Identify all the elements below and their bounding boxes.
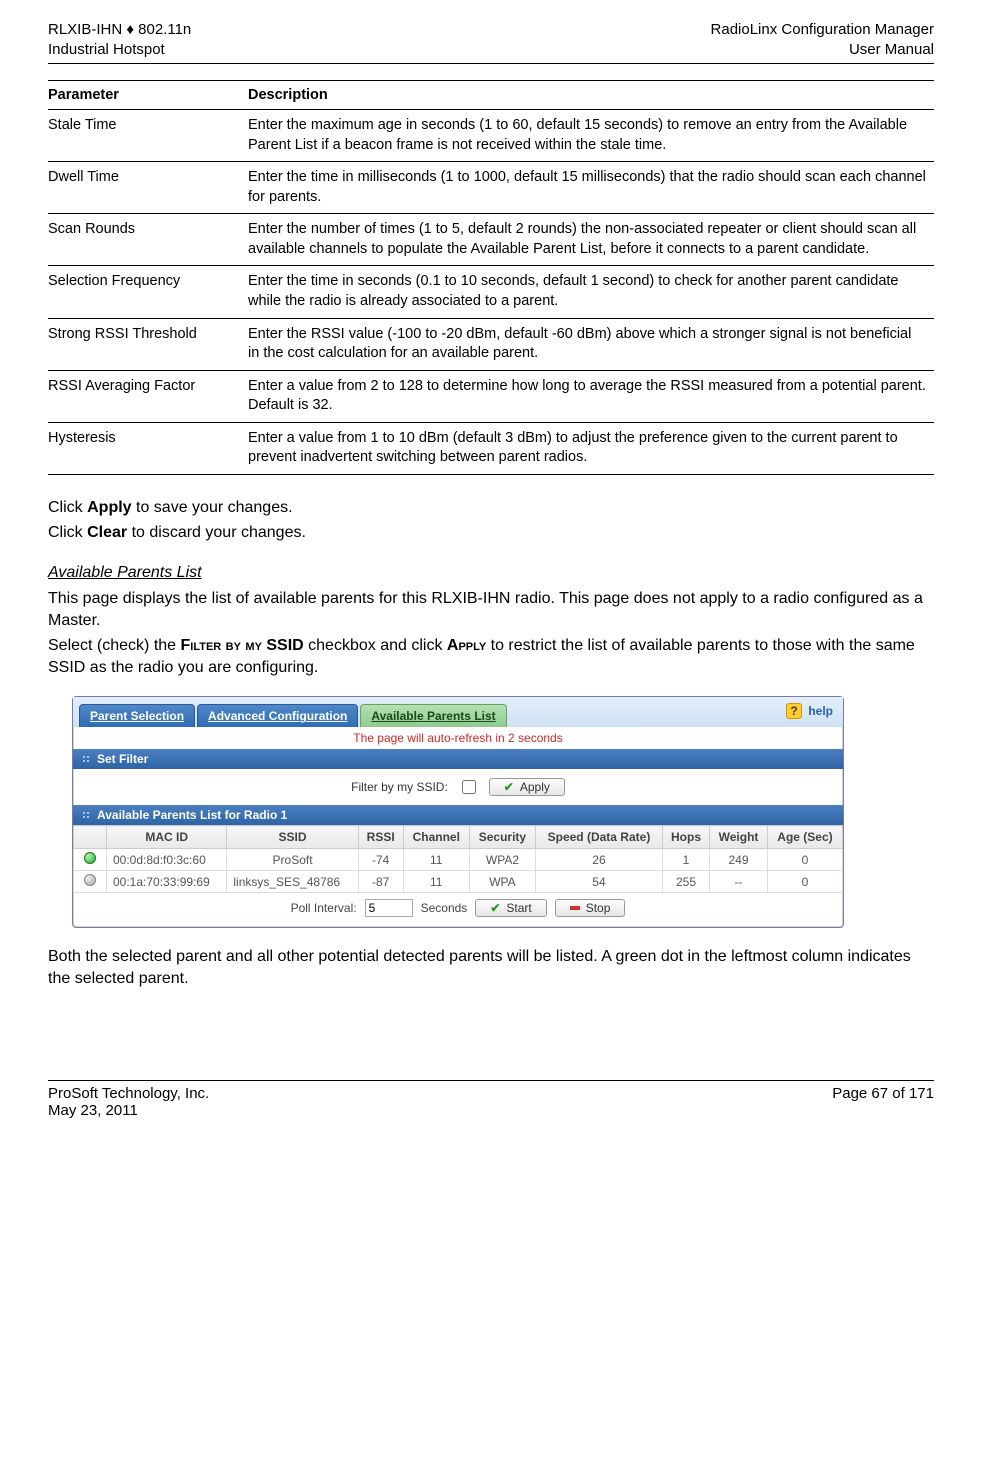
param-name: Strong RSSI Threshold (48, 318, 248, 370)
page-header: RLXIB-IHN ♦ 802.11n Industrial Hotspot R… (48, 20, 934, 64)
cell-rssi: -74 (358, 849, 403, 871)
tab-advanced-configuration[interactable]: Advanced Configuration (197, 704, 358, 727)
filter-by-ssid-checkbox[interactable] (462, 780, 476, 794)
footer-page-number: Page 67 of 171 (832, 1085, 934, 1119)
col-weight: Weight (710, 826, 768, 849)
set-filter-bar: Set Filter (73, 749, 843, 769)
col-rssi: RSSI (358, 826, 403, 849)
cell-ssid: linksys_SES_48786 (227, 871, 358, 893)
check-icon: ✔ (490, 901, 500, 915)
parameter-table: Parameter Description Stale Time Enter t… (48, 80, 934, 475)
closing-paragraph: Both the selected parent and all other p… (48, 946, 934, 989)
tab-parent-selection[interactable]: Parent Selection (79, 704, 195, 727)
parents-data-table: MAC ID SSID RSSI Channel Security Speed … (73, 825, 843, 893)
param-desc: Enter the time in seconds (0.1 to 10 sec… (248, 266, 934, 318)
check-icon: ✔ (504, 780, 514, 794)
stop-button[interactable]: Stop (555, 899, 626, 917)
cell-mac: 00:1a:70:33:99:69 (107, 871, 227, 893)
start-button[interactable]: ✔ Start (475, 899, 546, 917)
auto-refresh-message: The page will auto-refresh in 2 seconds (73, 727, 843, 749)
click-clear-text: Click Clear to discard your changes. (48, 522, 934, 544)
param-desc: Enter a value from 2 to 128 to determine… (248, 370, 934, 422)
cell-age: 0 (767, 849, 842, 871)
filter-ssid-instruction: Select (check) the Filter by my SSID che… (48, 635, 934, 678)
seconds-label: Seconds (421, 901, 468, 915)
param-desc: Enter a value from 1 to 10 dBm (default … (248, 422, 934, 474)
param-name: RSSI Averaging Factor (48, 370, 248, 422)
cell-weight: -- (710, 871, 768, 893)
param-desc: Enter the time in milliseconds (1 to 100… (248, 162, 934, 214)
section-heading-available-parents: Available Parents List (48, 564, 934, 582)
header-left-line1: RLXIB-IHN ♦ 802.11n (48, 20, 191, 40)
table-row[interactable]: 00:1a:70:33:99:69 linksys_SES_48786 -87 … (74, 871, 843, 893)
table-row: Stale Time Enter the maximum age in seco… (48, 110, 934, 162)
header-right-line1: RadioLinx Configuration Manager (711, 20, 934, 40)
poll-interval-input[interactable] (365, 899, 413, 917)
param-table-head-parameter: Parameter (48, 81, 248, 110)
help-link[interactable]: help (786, 703, 833, 719)
available-parents-intro: This page displays the list of available… (48, 588, 934, 631)
table-row: Hysteresis Enter a value from 1 to 10 dB… (48, 422, 934, 474)
tab-available-parents-list[interactable]: Available Parents List (360, 704, 506, 727)
click-apply-text: Click Apply to save your changes. (48, 497, 934, 519)
header-right-line2: User Manual (711, 40, 934, 60)
table-row: Strong RSSI Threshold Enter the RSSI val… (48, 318, 934, 370)
unselected-dot-icon (84, 874, 96, 886)
param-desc: Enter the maximum age in seconds (1 to 6… (248, 110, 934, 162)
page-footer: ProSoft Technology, Inc. May 23, 2011 Pa… (48, 1080, 934, 1119)
col-hops: Hops (662, 826, 709, 849)
cell-security: WPA2 (469, 849, 535, 871)
cell-mac: 00:0d:8d:f0:3c:60 (107, 849, 227, 871)
cell-weight: 249 (710, 849, 768, 871)
table-row: RSSI Averaging Factor Enter a value from… (48, 370, 934, 422)
cell-age: 0 (767, 871, 842, 893)
param-name: Stale Time (48, 110, 248, 162)
grip-icon (81, 754, 91, 764)
col-security: Security (469, 826, 535, 849)
poll-interval-label: Poll Interval: (291, 901, 357, 915)
selected-dot-icon (84, 852, 96, 864)
cell-hops: 1 (662, 849, 709, 871)
param-name: Scan Rounds (48, 214, 248, 266)
col-channel: Channel (403, 826, 469, 849)
cell-rssi: -87 (358, 871, 403, 893)
available-parents-list-bar: Available Parents List for Radio 1 (73, 805, 843, 825)
col-mac-id: MAC ID (107, 826, 227, 849)
table-row[interactable]: 00:0d:8d:f0:3c:60 ProSoft -74 11 WPA2 26… (74, 849, 843, 871)
col-age: Age (Sec) (767, 826, 842, 849)
available-parents-screenshot: Parent Selection Advanced Configuration … (72, 696, 844, 928)
cell-hops: 255 (662, 871, 709, 893)
footer-date: May 23, 2011 (48, 1102, 209, 1119)
footer-company: ProSoft Technology, Inc. (48, 1085, 209, 1102)
cell-channel: 11 (403, 871, 469, 893)
param-table-head-description: Description (248, 81, 934, 110)
cell-ssid: ProSoft (227, 849, 358, 871)
apply-button[interactable]: ✔ Apply (489, 778, 565, 796)
cell-channel: 11 (403, 849, 469, 871)
param-name: Selection Frequency (48, 266, 248, 318)
col-ssid: SSID (227, 826, 358, 849)
header-left-line2: Industrial Hotspot (48, 40, 191, 60)
grip-icon (81, 810, 91, 820)
table-row: Scan Rounds Enter the number of times (1… (48, 214, 934, 266)
cell-speed: 54 (536, 871, 663, 893)
table-row: Dwell Time Enter the time in millisecond… (48, 162, 934, 214)
minus-icon (570, 906, 580, 910)
table-row: Selection Frequency Enter the time in se… (48, 266, 934, 318)
cell-security: WPA (469, 871, 535, 893)
param-desc: Enter the number of times (1 to 5, defau… (248, 214, 934, 266)
param-name: Dwell Time (48, 162, 248, 214)
param-name: Hysteresis (48, 422, 248, 474)
filter-by-ssid-label: Filter by my SSID: (351, 780, 448, 794)
cell-speed: 26 (536, 849, 663, 871)
param-desc: Enter the RSSI value (-100 to -20 dBm, d… (248, 318, 934, 370)
col-speed: Speed (Data Rate) (536, 826, 663, 849)
